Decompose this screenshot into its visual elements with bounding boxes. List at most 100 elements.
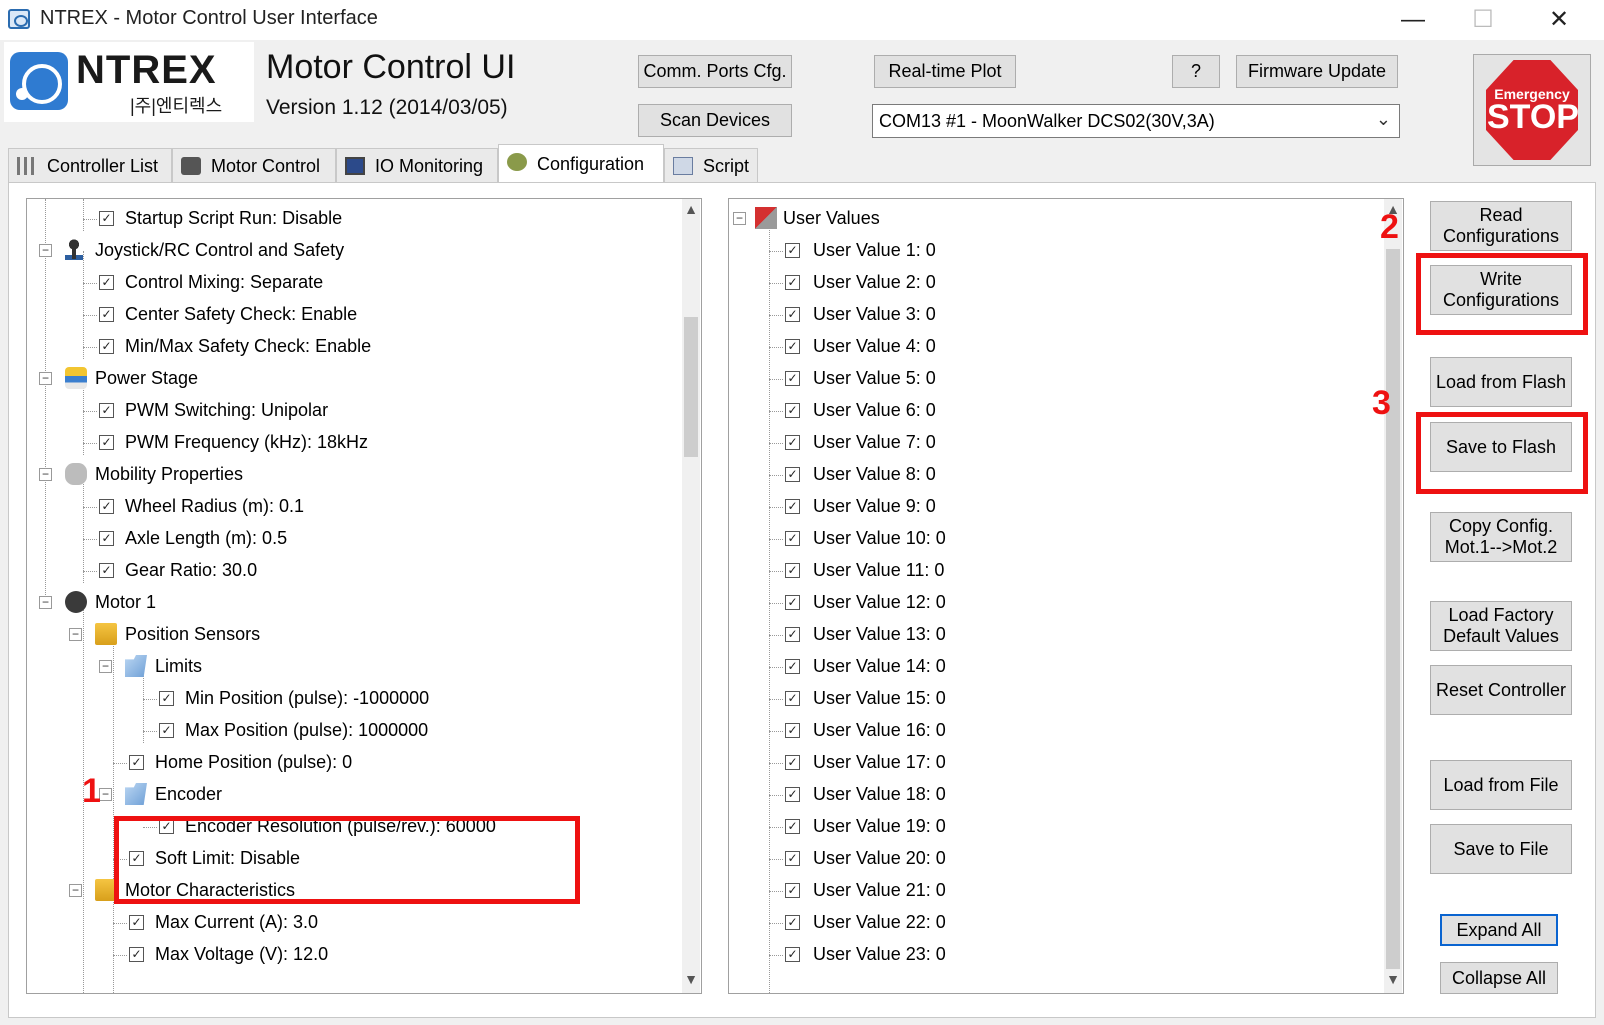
checkbox[interactable] bbox=[785, 595, 800, 610]
minimize-button[interactable]: — bbox=[1378, 0, 1448, 40]
scroll-thumb[interactable] bbox=[684, 317, 698, 457]
collapse-toggle[interactable]: − bbox=[99, 788, 112, 801]
user-values-icon bbox=[755, 207, 777, 229]
scroll-thumb[interactable] bbox=[1386, 249, 1400, 969]
checkbox[interactable] bbox=[99, 435, 114, 450]
left-tree-scrollbar[interactable]: ▲ ▼ bbox=[682, 199, 700, 993]
tab-motor-control[interactable]: Motor Control bbox=[172, 148, 336, 182]
expand-all-button[interactable]: Expand All bbox=[1440, 914, 1558, 946]
checkbox[interactable] bbox=[129, 947, 144, 962]
power-stage-icon bbox=[65, 367, 87, 389]
checkbox[interactable] bbox=[129, 915, 144, 930]
checkbox[interactable] bbox=[99, 563, 114, 578]
tree-guide bbox=[113, 899, 114, 993]
folder-open-icon bbox=[125, 783, 147, 805]
copy-config-button[interactable]: Copy Config. Mot.1-->Mot.2 bbox=[1430, 512, 1572, 562]
user-value-label: User Value 10: 0 bbox=[813, 528, 946, 548]
checkbox[interactable] bbox=[785, 275, 800, 290]
user-value-label: User Value 12: 0 bbox=[813, 592, 946, 612]
checkbox[interactable] bbox=[785, 691, 800, 706]
checkbox[interactable] bbox=[785, 403, 800, 418]
scan-devices-button[interactable]: Scan Devices bbox=[638, 104, 792, 137]
firmware-update-button[interactable]: Firmware Update bbox=[1236, 55, 1398, 88]
tab-io-monitoring[interactable]: IO Monitoring bbox=[336, 148, 498, 182]
checkbox[interactable] bbox=[785, 307, 800, 322]
scroll-down-arrow-icon[interactable]: ▼ bbox=[1384, 971, 1402, 991]
checkbox[interactable] bbox=[785, 563, 800, 578]
collapse-toggle[interactable]: − bbox=[39, 468, 52, 481]
load-factory-defaults-button[interactable]: Load Factory Default Values bbox=[1430, 601, 1572, 651]
joystick-icon bbox=[63, 239, 85, 261]
save-to-file-button[interactable]: Save to File bbox=[1430, 824, 1572, 874]
checkbox[interactable] bbox=[99, 531, 114, 546]
checkbox[interactable] bbox=[785, 243, 800, 258]
load-from-flash-button[interactable]: Load from Flash bbox=[1430, 357, 1572, 407]
tree-guide bbox=[769, 219, 770, 993]
checkbox[interactable] bbox=[785, 659, 800, 674]
collapse-toggle[interactable]: − bbox=[39, 596, 52, 609]
comm-ports-button[interactable]: Comm. Ports Cfg. bbox=[638, 55, 792, 88]
logo-text: NTREX bbox=[76, 48, 217, 92]
checkbox[interactable] bbox=[129, 755, 144, 770]
checkbox[interactable] bbox=[785, 755, 800, 770]
user-value-label: User Value 21: 0 bbox=[813, 880, 946, 900]
checkbox[interactable] bbox=[785, 819, 800, 834]
checkbox[interactable] bbox=[785, 851, 800, 866]
help-button[interactable]: ? bbox=[1172, 55, 1220, 88]
config-tree-right[interactable]: − User Values User Value 1: 0User Value … bbox=[728, 198, 1404, 994]
right-tree-scrollbar[interactable]: ▲ ▼ bbox=[1384, 199, 1402, 993]
motor-icon bbox=[65, 591, 87, 613]
collapse-toggle[interactable]: − bbox=[39, 244, 52, 257]
annotation-box-3 bbox=[1416, 412, 1588, 494]
collapse-toggle[interactable]: − bbox=[99, 660, 112, 673]
checkbox[interactable] bbox=[785, 883, 800, 898]
script-icon bbox=[673, 157, 693, 175]
checkbox[interactable] bbox=[99, 211, 114, 226]
checkbox[interactable] bbox=[99, 499, 114, 514]
annotation-marker-2: 2 bbox=[1380, 208, 1399, 246]
collapse-all-button[interactable]: Collapse All bbox=[1440, 962, 1558, 994]
maximize-button[interactable]: ☐ bbox=[1448, 0, 1518, 40]
collapse-toggle[interactable]: − bbox=[69, 628, 82, 641]
checkbox[interactable] bbox=[785, 371, 800, 386]
checkbox[interactable] bbox=[159, 723, 174, 738]
scroll-down-arrow-icon[interactable]: ▼ bbox=[682, 971, 700, 991]
tab-controller-list[interactable]: Controller List bbox=[8, 148, 172, 182]
collapse-toggle[interactable]: − bbox=[733, 212, 746, 225]
close-button[interactable]: ✕ bbox=[1524, 0, 1594, 40]
checkbox[interactable] bbox=[785, 435, 800, 450]
user-value-label: User Value 4: 0 bbox=[813, 336, 936, 356]
load-from-file-button[interactable]: Load from File bbox=[1430, 760, 1572, 810]
checkbox[interactable] bbox=[99, 307, 114, 322]
checkbox[interactable] bbox=[99, 403, 114, 418]
tab-script[interactable]: Script bbox=[664, 148, 758, 182]
checkbox[interactable] bbox=[785, 915, 800, 930]
scroll-up-arrow-icon[interactable]: ▲ bbox=[682, 201, 700, 221]
user-value-label: User Value 9: 0 bbox=[813, 496, 936, 516]
checkbox[interactable] bbox=[785, 627, 800, 642]
tab-configuration[interactable]: Configuration bbox=[498, 144, 664, 182]
tab-label: Configuration bbox=[537, 154, 645, 174]
reset-controller-button[interactable]: Reset Controller bbox=[1430, 665, 1572, 715]
checkbox[interactable] bbox=[99, 339, 114, 354]
monitor-icon bbox=[345, 157, 365, 175]
checkbox[interactable] bbox=[785, 499, 800, 514]
checkbox[interactable] bbox=[785, 339, 800, 354]
user-value-label: User Value 14: 0 bbox=[813, 656, 946, 676]
tab-label: Controller List bbox=[47, 156, 159, 176]
collapse-toggle[interactable]: − bbox=[69, 884, 82, 897]
port-select[interactable]: COM13 #1 - MoonWalker DCS02(30V,3A) ⌄ bbox=[872, 104, 1400, 138]
checkbox[interactable] bbox=[159, 691, 174, 706]
checkbox[interactable] bbox=[785, 531, 800, 546]
chevron-down-icon[interactable]: ⌄ bbox=[1376, 109, 1391, 130]
read-configurations-button[interactable]: Read Configurations bbox=[1430, 201, 1572, 251]
realtime-plot-button[interactable]: Real-time Plot bbox=[874, 55, 1016, 88]
list-bars-icon bbox=[17, 157, 37, 175]
collapse-toggle[interactable]: − bbox=[39, 372, 52, 385]
user-value-label: User Value 5: 0 bbox=[813, 368, 936, 388]
checkbox[interactable] bbox=[785, 467, 800, 482]
checkbox[interactable] bbox=[785, 787, 800, 802]
checkbox[interactable] bbox=[99, 275, 114, 290]
checkbox[interactable] bbox=[785, 947, 800, 962]
checkbox[interactable] bbox=[785, 723, 800, 738]
